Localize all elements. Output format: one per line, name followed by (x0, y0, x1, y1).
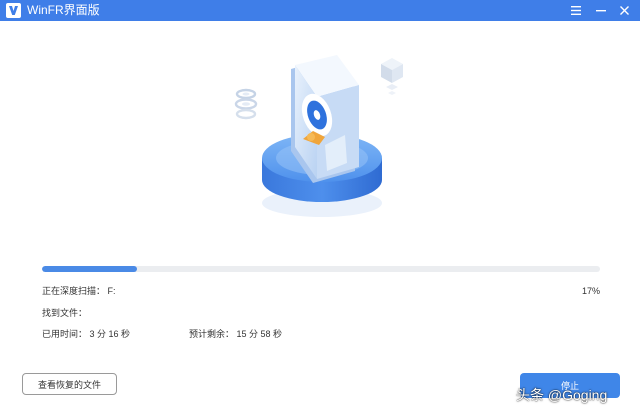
scan-progress-bar (42, 266, 600, 272)
scan-progress-fill (42, 266, 137, 272)
view-recovered-files-button[interactable]: 查看恢复的文件 (22, 373, 117, 395)
remaining-time-label: 预计剩余： 15 分 58 秒 (189, 329, 283, 339)
watermark-text: 头条 @Goging (516, 387, 608, 403)
files-found-label: 找到文件： (42, 308, 88, 318)
scan-illustration (0, 0, 640, 260)
scan-status-label: 正在深度扫描： F: (42, 286, 116, 296)
elapsed-time-label: 已用时间： 3 分 16 秒 (42, 329, 131, 339)
scan-percent-label: 17% (582, 286, 601, 296)
hard-disk-icon (255, 55, 390, 225)
